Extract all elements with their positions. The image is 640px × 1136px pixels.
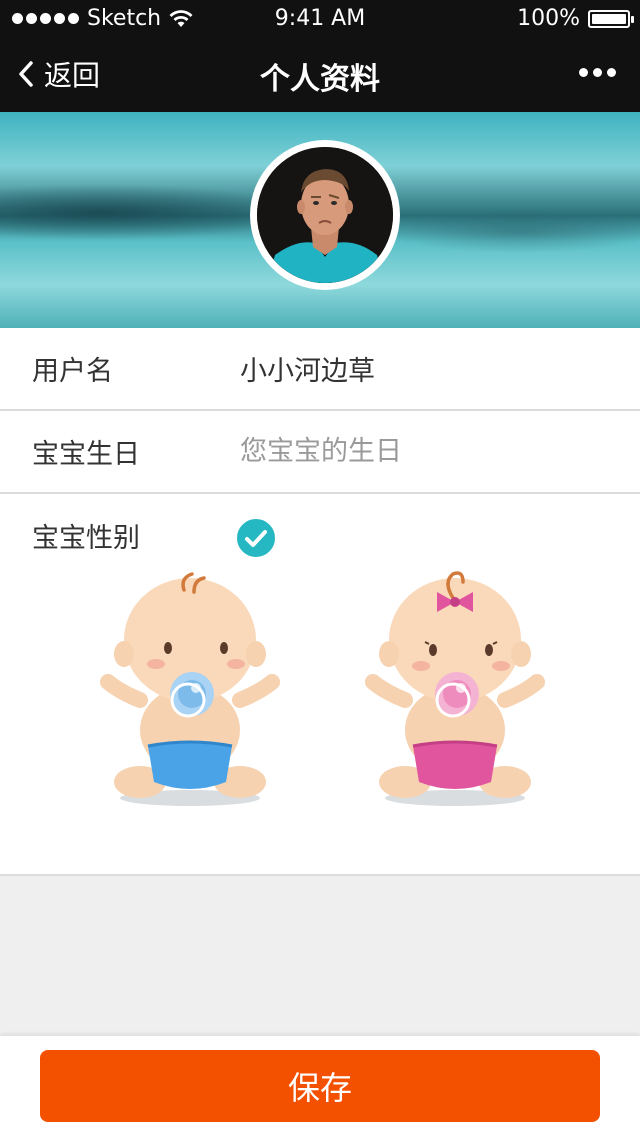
avatar[interactable] bbox=[257, 147, 393, 283]
gender-section: 宝宝性别 bbox=[0, 494, 640, 876]
baby-boy-icon bbox=[100, 572, 280, 806]
status-right: 100% bbox=[517, 6, 634, 31]
bottom-bar: 保存 bbox=[0, 1036, 640, 1136]
save-button[interactable]: 保存 bbox=[40, 1050, 600, 1122]
battery-percent: 100% bbox=[517, 6, 580, 31]
profile-screen: Sketch 9:41 AM 100% 返回 个人资料 用户名 小小河边草 宝宝… bbox=[0, 0, 640, 1136]
baby-girl-icon bbox=[365, 571, 545, 806]
selected-check-icon bbox=[234, 516, 278, 560]
gender-label: 宝宝性别 bbox=[32, 523, 140, 554]
birthday-label: 宝宝生日 bbox=[32, 439, 140, 470]
birthday-row: 宝宝生日 bbox=[0, 411, 640, 494]
username-value[interactable]: 小小河边草 bbox=[240, 349, 375, 388]
avatar-frame[interactable] bbox=[250, 140, 400, 290]
status-bar: Sketch 9:41 AM 100% bbox=[0, 0, 640, 40]
username-label: 用户名 bbox=[32, 356, 113, 387]
birthday-input[interactable] bbox=[240, 429, 600, 473]
username-row: 用户名 小小河边草 bbox=[0, 328, 640, 411]
gender-option-boy[interactable] bbox=[100, 570, 280, 810]
battery-icon bbox=[588, 9, 634, 28]
profile-form: 用户名 小小河边草 宝宝生日 宝宝性别 bbox=[0, 328, 640, 876]
page-title: 个人资料 bbox=[260, 62, 380, 97]
gender-option-girl[interactable] bbox=[365, 570, 545, 810]
navigation-bar: 返回 个人资料 bbox=[0, 40, 640, 112]
profile-banner bbox=[0, 112, 640, 328]
more-options-icon[interactable] bbox=[579, 68, 616, 77]
avatar-portrait-icon bbox=[257, 147, 393, 283]
